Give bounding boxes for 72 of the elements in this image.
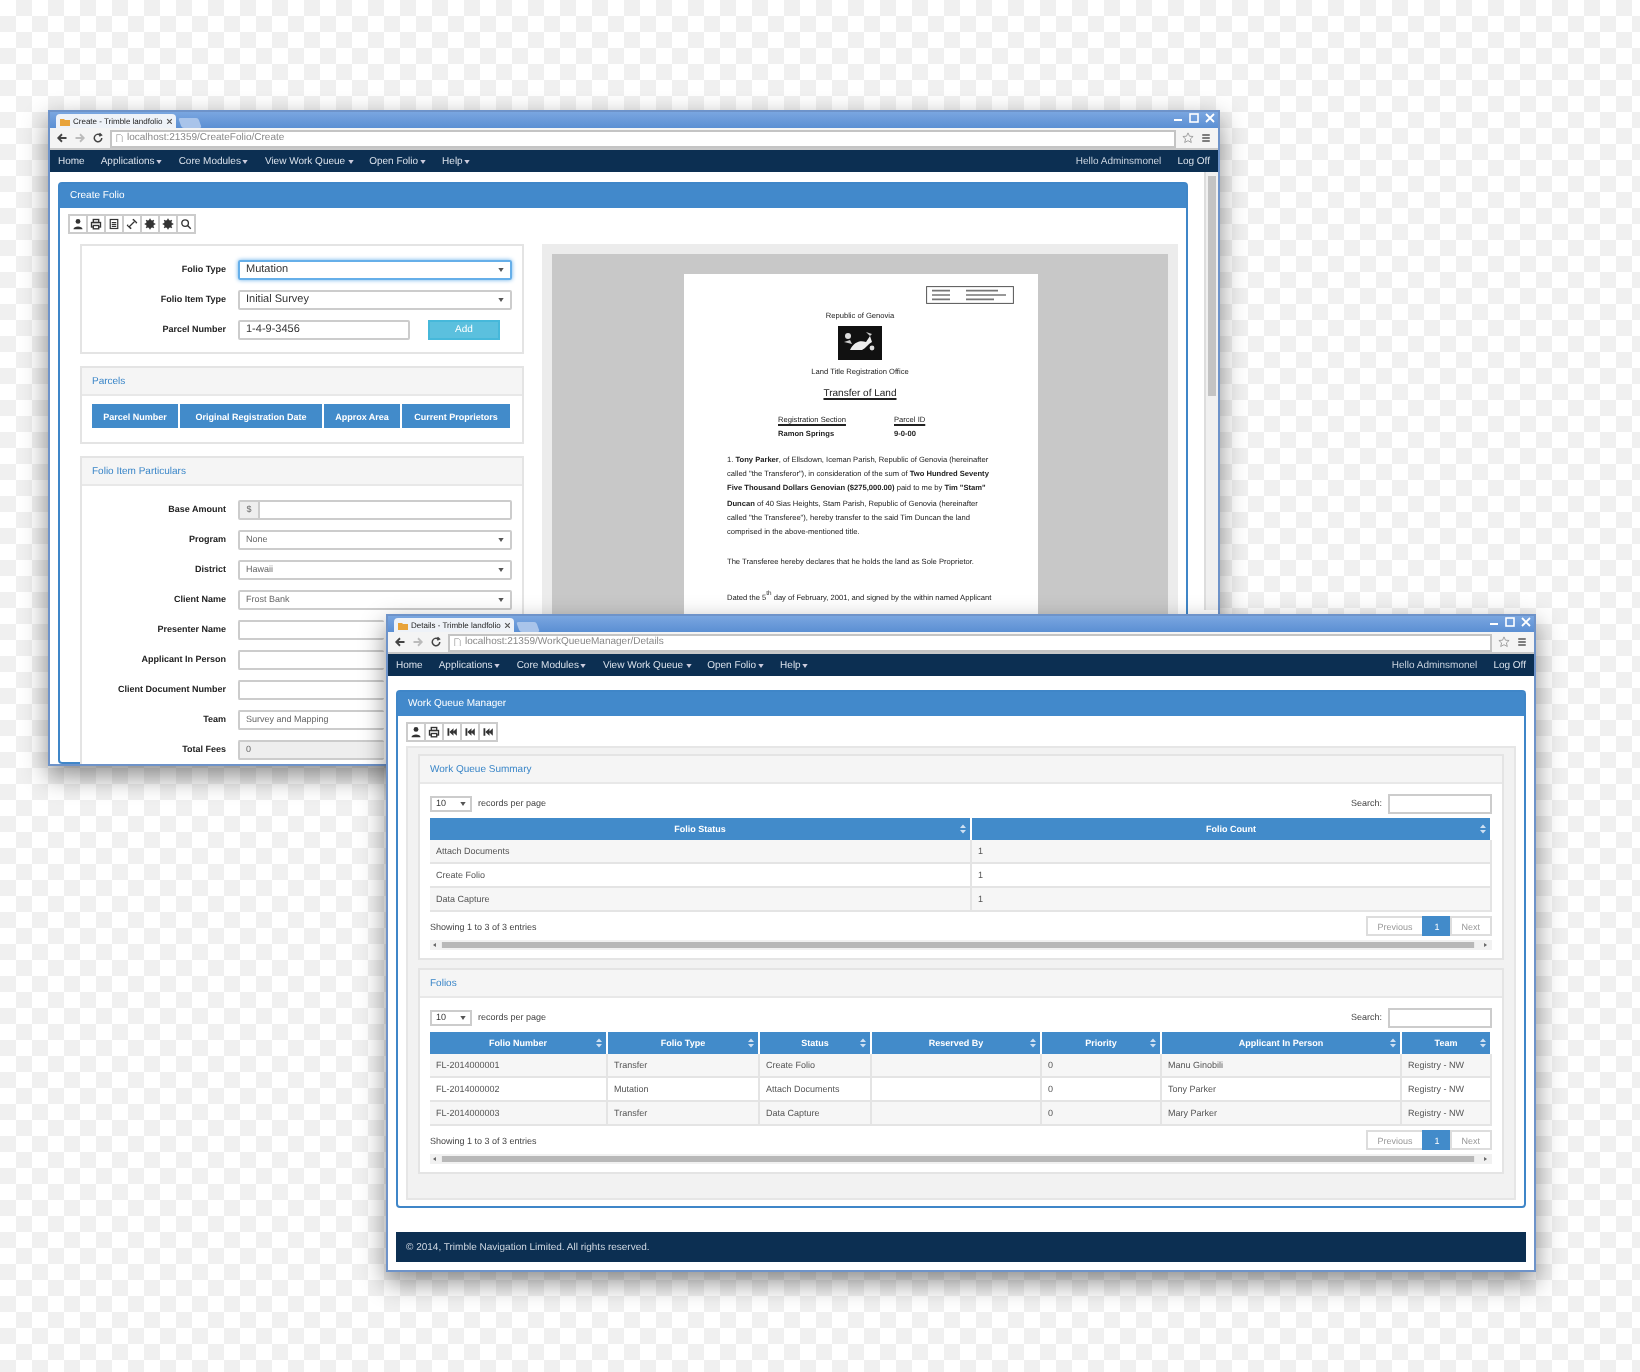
gear-icon xyxy=(144,218,156,230)
caret-icon xyxy=(498,297,504,301)
caret-icon xyxy=(156,159,163,163)
caret-icon xyxy=(802,663,809,667)
caret-icon xyxy=(460,801,466,805)
gear-icon xyxy=(162,218,174,230)
toolbar-button[interactable] xyxy=(478,722,498,742)
search-field[interactable] xyxy=(1388,793,1492,813)
back-arrow-icon[interactable] xyxy=(56,132,68,144)
sort-icon xyxy=(1480,824,1486,834)
close-icon[interactable] xyxy=(503,621,511,629)
caret-icon xyxy=(420,159,427,163)
horizontal-scrollbar[interactable] xyxy=(430,940,1492,950)
search-icon xyxy=(180,218,192,230)
toolbar-button[interactable] xyxy=(68,214,88,234)
caret-icon xyxy=(494,663,501,667)
toolbar-button[interactable] xyxy=(406,722,426,742)
search-field[interactable] xyxy=(1388,1007,1492,1027)
caret-icon xyxy=(460,1015,466,1019)
sort-icon xyxy=(960,824,966,834)
reload-icon[interactable] xyxy=(92,132,104,144)
reload-icon[interactable] xyxy=(430,636,442,648)
star-icon[interactable] xyxy=(1182,132,1194,144)
sort-icon xyxy=(860,1038,866,1048)
star-icon[interactable] xyxy=(1498,636,1510,648)
printer-icon xyxy=(90,218,102,230)
menu-icon[interactable] xyxy=(1200,132,1212,144)
printer-icon xyxy=(428,726,440,738)
page-icon xyxy=(116,133,123,143)
toolbar-button[interactable] xyxy=(86,214,106,234)
toolbar-button[interactable] xyxy=(442,722,462,742)
sort-icon xyxy=(748,1038,754,1048)
toolbar-button[interactable] xyxy=(140,214,160,234)
back-arrow-icon[interactable] xyxy=(394,636,406,648)
maximize-icon[interactable] xyxy=(1186,112,1202,124)
caret-icon xyxy=(498,567,504,571)
toolbar-button[interactable] xyxy=(460,722,480,742)
page-icon xyxy=(454,637,461,647)
horizontal-scrollbar[interactable] xyxy=(430,1154,1492,1164)
user-icon xyxy=(72,218,84,230)
sort-icon xyxy=(1480,1038,1486,1048)
stamp-table-drawing xyxy=(925,286,1013,304)
skip-icon xyxy=(446,726,458,738)
sort-icon xyxy=(596,1038,602,1048)
caret-icon xyxy=(498,537,504,541)
caret-icon xyxy=(498,267,504,271)
toolbar-button[interactable] xyxy=(158,214,178,234)
toolbar-button[interactable] xyxy=(122,214,142,234)
input-field[interactable] xyxy=(238,679,384,699)
menu-icon[interactable] xyxy=(1516,636,1528,648)
skip-icon xyxy=(464,726,476,738)
input-field[interactable] xyxy=(238,649,384,669)
skip-icon xyxy=(482,726,494,738)
caret-icon xyxy=(685,663,692,667)
sort-icon xyxy=(1030,1038,1036,1048)
input-field[interactable] xyxy=(238,619,384,639)
caret-icon xyxy=(580,663,587,667)
toolbar-button[interactable] xyxy=(424,722,444,742)
toolbar-button[interactable] xyxy=(176,214,196,234)
sort-icon xyxy=(1390,1038,1396,1048)
maximize-icon[interactable] xyxy=(1502,616,1518,628)
caret-icon xyxy=(242,159,249,163)
sort-icon xyxy=(1150,1038,1156,1048)
toolbar-button[interactable] xyxy=(104,214,124,234)
close-icon[interactable] xyxy=(165,117,173,125)
vertical-scrollbar[interactable] xyxy=(1204,172,1218,610)
caret-icon xyxy=(347,159,354,163)
doc-icon xyxy=(108,218,120,230)
user-icon xyxy=(410,726,422,738)
caret-icon xyxy=(464,159,471,163)
caret-icon xyxy=(498,597,504,601)
caret-icon xyxy=(758,663,765,667)
